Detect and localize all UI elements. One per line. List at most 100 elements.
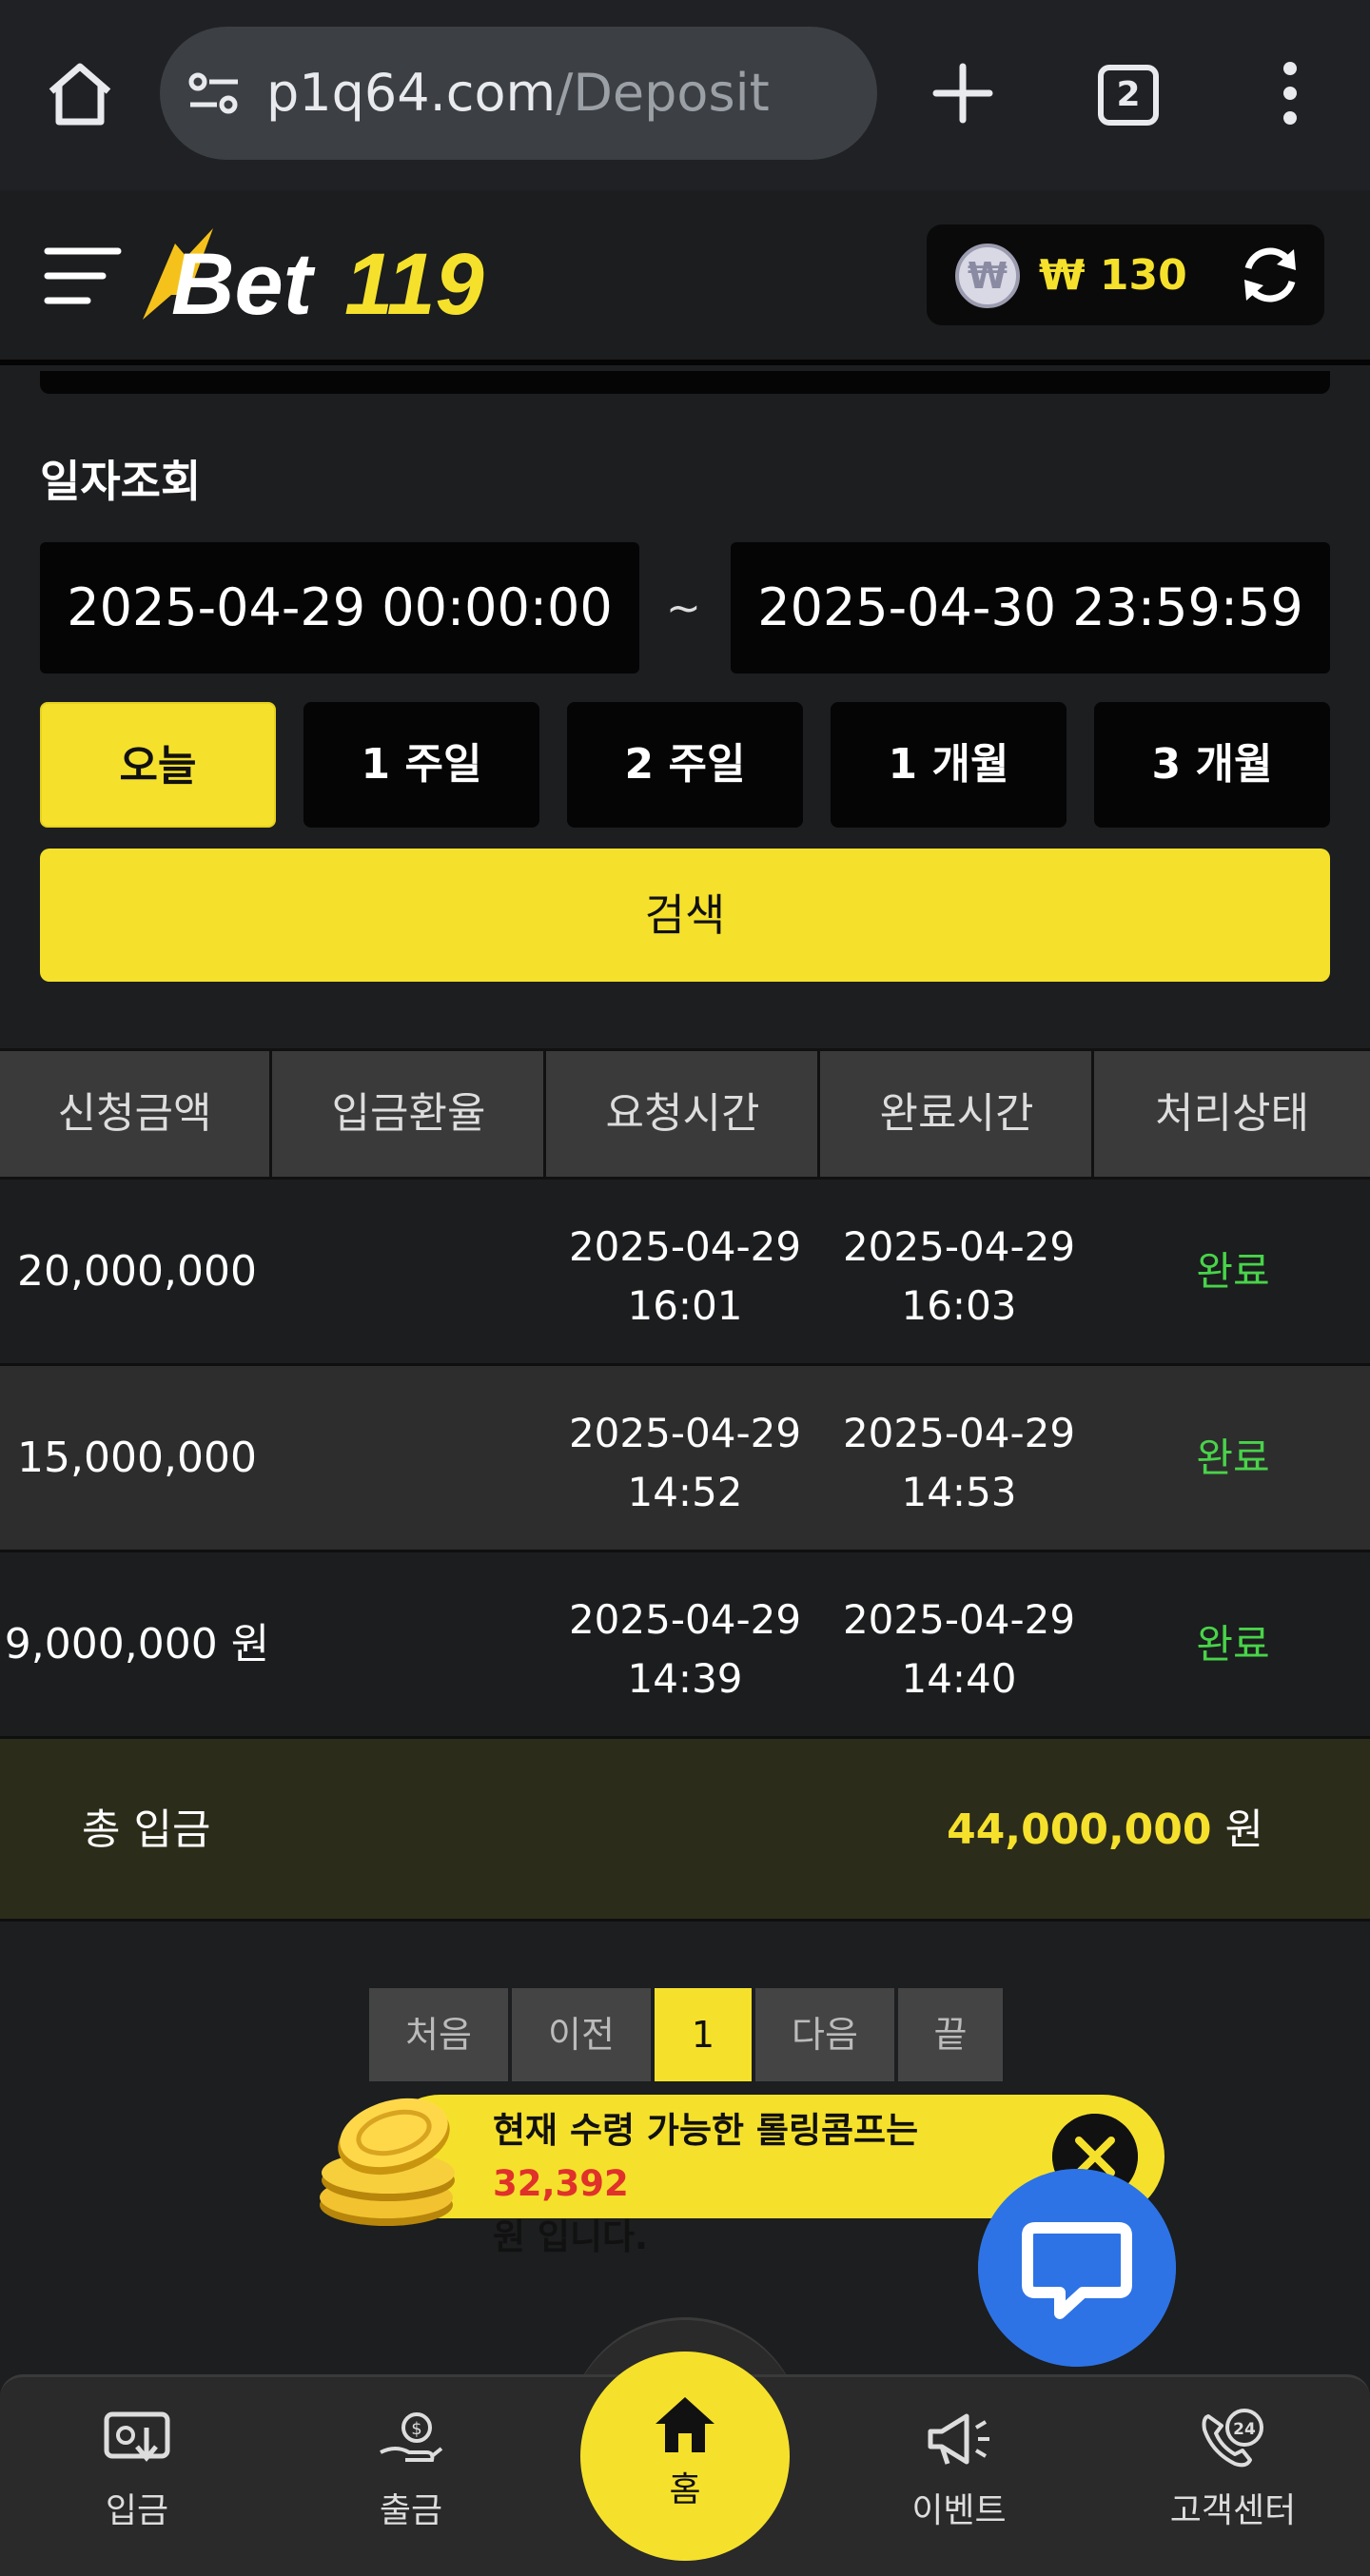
complete-date: 2025-04-29 bbox=[842, 1410, 1076, 1456]
complete-time-cell: 2025-04-29 14:53 bbox=[822, 1366, 1096, 1550]
withdraw-icon: $ bbox=[380, 2412, 443, 2462]
range-3month-button[interactable]: 3 개월 bbox=[1094, 702, 1330, 828]
svg-text:Bet: Bet bbox=[171, 236, 316, 333]
refresh-icon[interactable] bbox=[1237, 242, 1303, 308]
browser-toolbar: p1q64.com/Deposit 2 bbox=[0, 0, 1370, 190]
nav-home-label: 홈 bbox=[669, 2470, 701, 2509]
support-icon: 24 bbox=[1202, 2409, 1263, 2468]
date-range-buttons: 오늘 1 주일 2 주일 1 개월 3 개월 bbox=[40, 702, 1330, 828]
complete-time: 14:53 bbox=[901, 1469, 1017, 1515]
coins-icon bbox=[320, 2098, 455, 2226]
status-cell: 완료 bbox=[1196, 1434, 1270, 1481]
amount-cell: 9,000,000 원 bbox=[4, 1620, 270, 1669]
nav-support-label: 고객센터 bbox=[1169, 2491, 1297, 2530]
comp-amount: 32,392 bbox=[493, 2163, 629, 2204]
page-prev-button[interactable]: 이전 bbox=[512, 1988, 651, 2081]
range-today-button[interactable]: 오늘 bbox=[40, 702, 276, 828]
request-time-cell: 2025-04-29 14:39 bbox=[548, 1552, 822, 1736]
column-header: 신청금액 bbox=[0, 1051, 272, 1177]
url-host: p1q64.com bbox=[266, 63, 557, 123]
home-icon bbox=[656, 2397, 714, 2452]
table-row: 20,000,000 원 2025-04-29 16:01 2025-04-29 1… bbox=[0, 1180, 1370, 1479]
table-header: 신청금액 입금환율 요청시간 완료시간 처리상태 bbox=[0, 1048, 1370, 1180]
chat-icon[interactable] bbox=[978, 2169, 1176, 2367]
deposit-icon bbox=[104, 2411, 170, 2462]
request-date: 2025-04-29 bbox=[568, 1410, 802, 1456]
complete-time-cell: 2025-04-29 14:40 bbox=[822, 1552, 1096, 1736]
plus-icon[interactable] bbox=[925, 55, 1001, 131]
date-filter-label: 일자조회 bbox=[40, 456, 202, 507]
total-amount: 44,000,000 bbox=[947, 1805, 1212, 1854]
rolling-comp-text: 현재 수령 가능한 롤링콤프는 32,392 원 입니다. bbox=[493, 2104, 1026, 2264]
rate-cell bbox=[274, 1366, 548, 1550]
home-icon[interactable] bbox=[42, 55, 118, 131]
request-time-cell: 2025-04-29 14:52 bbox=[548, 1366, 822, 1550]
rate-cell bbox=[274, 1180, 548, 1363]
date-from-input[interactable]: 2025-04-29 00:00:00 bbox=[40, 542, 639, 673]
rate-cell bbox=[274, 1552, 548, 1736]
previous-panel-edge bbox=[40, 371, 1330, 394]
svg-text:$: $ bbox=[411, 2419, 421, 2439]
more-vert-icon[interactable] bbox=[1269, 55, 1311, 131]
svg-text:24: 24 bbox=[1233, 2420, 1256, 2439]
nav-deposit-label: 입금 bbox=[105, 2491, 169, 2530]
page-current-button[interactable]: 1 bbox=[655, 1988, 752, 2081]
tune-icon[interactable] bbox=[186, 68, 244, 118]
comp-text-after: 원 입니다. bbox=[493, 2216, 649, 2257]
nav-events[interactable]: 이벤트 bbox=[845, 2397, 1073, 2559]
pagination: 처음 이전 1 다음 끝 bbox=[369, 1988, 1003, 2081]
amount-cell: 20,000,000 원 bbox=[17, 1247, 257, 1479]
wallet-balance: ₩ ₩ 130 bbox=[927, 224, 1324, 325]
date-separator: ~ bbox=[666, 584, 701, 633]
bet119-logo[interactable]: Bet 119 bbox=[133, 215, 552, 339]
url-text: p1q64.com/Deposit bbox=[266, 61, 770, 126]
amount-cell: 15,000,000 원 bbox=[17, 1434, 257, 1666]
total-label: 총 입금 bbox=[82, 1805, 211, 1854]
address-bar[interactable]: p1q64.com/Deposit bbox=[160, 27, 877, 160]
request-date: 2025-04-29 bbox=[568, 1596, 802, 1643]
page-last-button[interactable]: 끝 bbox=[898, 1988, 1003, 2081]
nav-home[interactable]: 홈 bbox=[580, 2352, 790, 2561]
complete-time-cell: 2025-04-29 16:03 bbox=[822, 1180, 1096, 1363]
column-header: 완료시간 bbox=[822, 1051, 1094, 1177]
complete-date: 2025-04-29 bbox=[842, 1596, 1076, 1643]
complete-time: 14:40 bbox=[901, 1655, 1017, 1702]
svg-text:119: 119 bbox=[344, 236, 484, 333]
column-header: 처리상태 bbox=[1155, 1089, 1309, 1138]
complete-time: 16:03 bbox=[901, 1282, 1017, 1329]
nav-events-label: 이벤트 bbox=[911, 2491, 1007, 2530]
total-row: 총 입금 44,000,000 원 bbox=[0, 1739, 1370, 1922]
nav-withdraw[interactable]: $ 출금 bbox=[297, 2397, 525, 2559]
menu-icon[interactable] bbox=[44, 238, 122, 316]
tabs-icon[interactable]: 2 bbox=[1098, 65, 1159, 126]
url-path: /Deposit bbox=[556, 63, 770, 123]
request-time: 14:39 bbox=[627, 1655, 743, 1702]
range-1month-button[interactable]: 1 개월 bbox=[831, 702, 1067, 828]
range-1week-button[interactable]: 1 주일 bbox=[303, 702, 539, 828]
total-value: 44,000,000 원 bbox=[947, 1739, 1263, 1922]
date-to-input[interactable]: 2025-04-30 23:59:59 bbox=[731, 542, 1330, 673]
table-row: 9,000,000 원 2025-04-29 14:39 2025-04-29 14… bbox=[0, 1552, 1370, 1739]
page-first-button[interactable]: 처음 bbox=[369, 1988, 508, 2081]
balance-amount: ₩ 130 bbox=[1039, 251, 1187, 300]
request-time-cell: 2025-04-29 16:01 bbox=[548, 1180, 822, 1363]
nav-withdraw-label: 출금 bbox=[379, 2491, 443, 2530]
nav-deposit[interactable]: 입금 bbox=[23, 2397, 251, 2559]
request-time: 16:01 bbox=[627, 1282, 743, 1329]
table-row: 15,000,000 원 2025-04-29 14:52 2025-04-29 1… bbox=[0, 1366, 1370, 1666]
column-header: 입금환율 bbox=[274, 1051, 546, 1177]
range-2week-button[interactable]: 2 주일 bbox=[567, 702, 803, 828]
total-unit: 원 bbox=[1224, 1805, 1263, 1854]
request-date: 2025-04-29 bbox=[568, 1223, 802, 1270]
search-button[interactable]: 검색 bbox=[40, 849, 1330, 982]
comp-text-before: 현재 수령 가능한 롤링콤프는 bbox=[493, 2110, 919, 2151]
page-next-button[interactable]: 다음 bbox=[755, 1988, 894, 2081]
complete-date: 2025-04-29 bbox=[842, 1223, 1076, 1270]
nav-support[interactable]: 24 고객센터 bbox=[1119, 2397, 1347, 2559]
events-icon bbox=[928, 2413, 989, 2465]
status-cell: 완료 bbox=[1196, 1248, 1270, 1295]
status-cell: 완료 bbox=[1196, 1621, 1270, 1668]
site-header: Bet 119 ₩ ₩ 130 bbox=[0, 190, 1370, 365]
request-time: 14:52 bbox=[627, 1469, 743, 1515]
won-icon: ₩ bbox=[955, 244, 1020, 308]
